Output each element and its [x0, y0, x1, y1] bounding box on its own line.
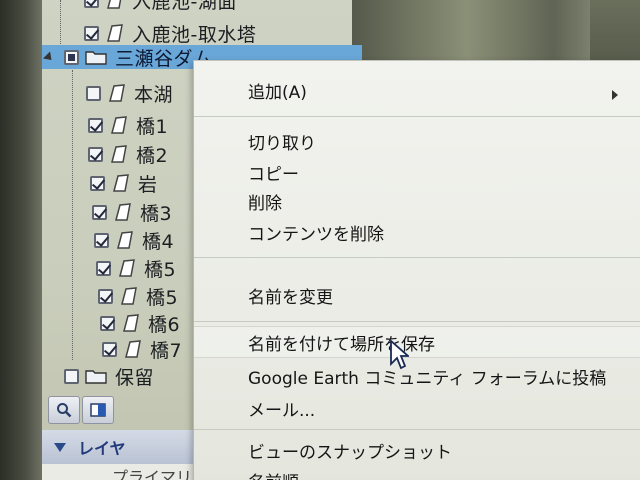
menu-item-rename[interactable]: 名前を変更 [194, 280, 640, 310]
checkbox[interactable] [90, 175, 105, 191]
panel-icon [90, 403, 106, 417]
tree-item[interactable]: 岩 [90, 170, 158, 196]
search-button[interactable] [48, 396, 80, 424]
search-icon [57, 403, 72, 418]
menu-separator [194, 429, 640, 430]
monitor-bezel [0, 0, 42, 480]
tree-item-label: 本湖 [134, 83, 174, 106]
tree-item[interactable]: 入鹿池-湖面 [84, 0, 237, 13]
toggle-panel-button[interactable] [82, 396, 114, 424]
checkbox[interactable] [64, 368, 79, 384]
tree-item-label: 岩 [138, 173, 158, 196]
tree-item[interactable]: 保留 [64, 363, 154, 389]
menu-separator [194, 116, 640, 117]
tree-item[interactable]: 本湖 [86, 80, 173, 106]
menu-item-post-to-community[interactable]: Google Earth コミュニティ フォーラムに投稿 [194, 361, 640, 391]
collapse-arrow-icon[interactable] [54, 442, 66, 452]
tree-item[interactable]: 橋6 [100, 310, 180, 336]
tree-item[interactable]: 橋4 [94, 227, 174, 253]
menu-separator [194, 321, 640, 322]
tree-item[interactable]: 橋2 [88, 141, 168, 167]
polygon-icon [117, 231, 133, 249]
menu-item-add[interactable]: 追加(A) [194, 75, 640, 105]
menu-item-snapshot-view[interactable]: ビューのスナップショット [194, 435, 640, 465]
polygon-icon [109, 84, 125, 102]
layer-item-label: プライマリ [112, 468, 193, 480]
layers-panel-header[interactable]: レイヤ [42, 430, 202, 464]
tree-item-label: 橋7 [150, 339, 183, 362]
submenu-arrow-icon [612, 90, 618, 100]
places-toolbar [48, 396, 114, 424]
checkbox[interactable] [94, 232, 109, 248]
tree-item[interactable]: 入鹿池-取水塔 [84, 20, 256, 46]
context-menu: 追加(A) 切り取り コピー 削除 コンテンツを削除 名前を変更 名前を付けて場… [193, 60, 640, 480]
tree-item[interactable]: 橋5 [96, 255, 176, 281]
polygon-icon [123, 314, 139, 332]
checkbox[interactable] [84, 25, 99, 41]
menu-item-copy[interactable]: コピー [194, 157, 640, 187]
polygon-icon [119, 259, 135, 277]
folder-icon [85, 370, 107, 384]
polygon-icon [125, 340, 141, 358]
menu-item-delete-contents[interactable]: コンテンツを削除 [194, 217, 640, 247]
layers-list: プライマリ [42, 464, 202, 480]
menu-item-sort-by-name[interactable]: 名前順 [194, 465, 640, 480]
tree-item-label: 橋3 [140, 202, 173, 225]
checkbox[interactable] [96, 260, 111, 276]
menu-item-mail[interactable]: メール... [194, 393, 640, 423]
tree-guide [72, 70, 73, 360]
tree-item[interactable]: 橋3 [92, 199, 172, 225]
checkbox[interactable] [64, 49, 79, 65]
tree-item-label: 橋2 [136, 144, 169, 167]
layers-title: レイヤ [78, 439, 126, 458]
checkbox[interactable] [84, 0, 99, 8]
checkbox[interactable] [88, 146, 103, 162]
tree-item[interactable]: 橋7 [102, 336, 182, 362]
checkbox[interactable] [100, 315, 115, 331]
menu-item-delete[interactable]: 削除 [194, 186, 640, 216]
menu-item-save-place-as[interactable]: 名前を付けて場所を保存 [194, 326, 640, 358]
tree-item-label: 保留 [115, 366, 155, 389]
tree-item[interactable]: 橋1 [88, 112, 168, 138]
polygon-icon [111, 116, 127, 134]
polygon-icon [113, 174, 129, 192]
menu-item-cut[interactable]: 切り取り [194, 126, 640, 156]
checkbox[interactable] [92, 204, 107, 220]
polygon-icon [111, 145, 127, 163]
tree-item-label: 橋4 [142, 230, 175, 253]
checkbox[interactable] [98, 288, 113, 304]
tree-item-label: 入鹿池-湖面 [132, 0, 237, 13]
polygon-icon [121, 287, 137, 305]
menu-separator [194, 257, 640, 258]
tree-item-label: 橋6 [148, 313, 181, 336]
screen: 入鹿池-湖面 入鹿池-取水塔 三瀬谷ダム 本湖 橋1 橋2 岩 橋3 橋4 橋5… [0, 0, 640, 480]
tree-item-label: 入鹿池-取水塔 [132, 23, 257, 46]
checkbox[interactable] [102, 341, 117, 357]
tree-item[interactable]: 橋5 [98, 283, 178, 309]
checkbox[interactable] [86, 85, 101, 101]
folder-icon [85, 51, 107, 65]
polygon-icon [107, 24, 123, 42]
checkbox[interactable] [88, 117, 103, 133]
mouse-cursor-icon [390, 340, 409, 370]
polygon-icon [115, 203, 131, 221]
tree-item-label: 橋1 [136, 115, 169, 138]
tree-item-label: 橋5 [146, 286, 179, 309]
polygon-icon [107, 0, 122, 9]
tree-item-label: 橋5 [144, 258, 177, 281]
